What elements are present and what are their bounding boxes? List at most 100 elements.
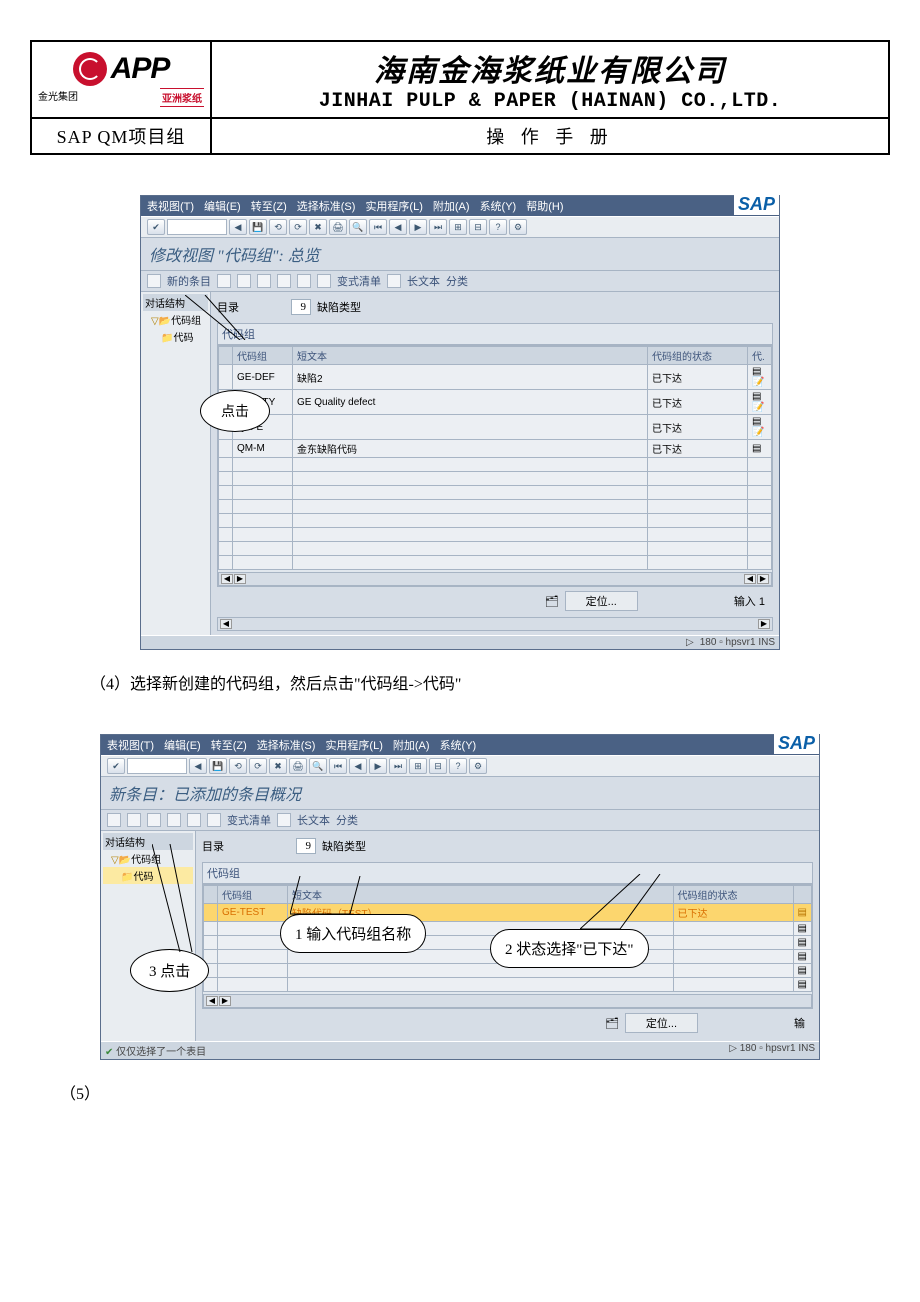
print-icon[interactable]	[207, 813, 221, 827]
catalog-input[interactable]: 9	[296, 838, 316, 854]
col-header[interactable]: 代码组的状态	[648, 347, 748, 365]
menu-item[interactable]: 实用程序(L)	[325, 737, 382, 753]
toolbar-button[interactable]: ◀	[389, 219, 407, 235]
toolbar-button[interactable]: ⏮	[369, 219, 387, 235]
menu-item[interactable]: 转至(Z)	[211, 737, 247, 753]
hscroll[interactable]: ◀▶	[203, 994, 812, 1008]
menu-item[interactable]: 选择标准(S)	[297, 198, 356, 214]
menu-item[interactable]: 系统(Y)	[480, 198, 517, 214]
undo-icon[interactable]	[257, 274, 271, 288]
menu-item[interactable]: 表视图(T)	[147, 198, 194, 214]
tree-node-codegroup[interactable]: 代码组	[131, 855, 161, 866]
toolbar-button[interactable]: ⚙	[509, 219, 527, 235]
dialog-structure-tree[interactable]: 对话结构 ▽📂代码组 📁代码	[141, 292, 211, 635]
toolbar-button[interactable]: ⊞	[409, 758, 427, 774]
toolbar-button[interactable]: ⟲	[269, 219, 287, 235]
tree-node-code[interactable]: 代码	[133, 872, 153, 883]
classify-button[interactable]: 分类	[336, 812, 358, 828]
toolbar-button[interactable]: ⊟	[469, 219, 487, 235]
toolbar-button[interactable]: ✖	[269, 758, 287, 774]
toolbar-button[interactable]: ⟳	[289, 219, 307, 235]
sap-app-toolbar[interactable]: 变式清单 长文本 分类	[101, 810, 819, 831]
menu-item[interactable]: 编辑(E)	[164, 737, 201, 753]
longtext-icon[interactable]	[387, 274, 401, 288]
sap-menubar[interactable]: 表视图(T) 编辑(E) 转至(Z) 选择标准(S) 实用程序(L) 附加(A)…	[101, 735, 819, 755]
toolbar-button[interactable]: ▶	[369, 758, 387, 774]
icon[interactable]	[167, 813, 181, 827]
longtext-button[interactable]: 长文本	[407, 273, 440, 289]
delete-icon[interactable]	[147, 813, 161, 827]
toolbar-button[interactable]: ⏭	[389, 758, 407, 774]
col-header[interactable]: 代码组	[233, 347, 293, 365]
select-all-icon[interactable]	[277, 274, 291, 288]
menu-item[interactable]: 实用程序(L)	[365, 198, 422, 214]
toolbar-button[interactable]: ✔	[147, 219, 165, 235]
toolbar-button[interactable]: ⏭	[429, 219, 447, 235]
tcode-input[interactable]	[127, 758, 187, 774]
toolbar-button[interactable]: 🔍	[309, 758, 327, 774]
col-header[interactable]: 代码组的状态	[673, 886, 793, 904]
delete-icon[interactable]	[237, 274, 251, 288]
tree-node-codegroup[interactable]: 代码组	[171, 316, 201, 327]
sap-std-toolbar[interactable]: ✔ ◀ 💾 ⟲ ⟳ ✖ 🖨 🔍 ⏮ ◀ ▶ ⏭ ⊞ ⊟ ? ⚙	[101, 755, 819, 777]
classify-button[interactable]: 分类	[446, 273, 468, 289]
toolbar-button[interactable]: ✔	[107, 758, 125, 774]
locate-button[interactable]: 定位...	[625, 1013, 698, 1033]
toolbar-button[interactable]: ⟳	[249, 758, 267, 774]
copy-icon[interactable]	[217, 274, 231, 288]
toolbar-button[interactable]: ?	[449, 758, 467, 774]
menu-item[interactable]: 帮助(H)	[526, 198, 563, 214]
toolbar-button[interactable]: 🖨	[329, 219, 347, 235]
tree-node-code[interactable]: 代码	[173, 333, 193, 344]
position-icon[interactable]: 🗂	[605, 1017, 617, 1029]
sap-menubar[interactable]: 表视图(T) 编辑(E) 转至(Z) 选择标准(S) 实用程序(L) 附加(A)…	[141, 196, 779, 216]
toolbar-button[interactable]: ◀	[229, 219, 247, 235]
toolbar-button[interactable]: 💾	[249, 219, 267, 235]
toolbar-button[interactable]: ⊞	[449, 219, 467, 235]
dialog-structure-tree[interactable]: 对话结构 ▽📂代码组 📁代码	[101, 831, 196, 1041]
menu-item[interactable]: 附加(A)	[393, 737, 430, 753]
position-icon[interactable]: 🗂	[545, 595, 557, 607]
menu-item[interactable]: 选择标准(S)	[257, 737, 316, 753]
col-header[interactable]: 代.	[748, 347, 772, 365]
longtext-icon[interactable]	[277, 813, 291, 827]
toolbar-button[interactable]: 🖨	[289, 758, 307, 774]
toolbar-button[interactable]: ?	[489, 219, 507, 235]
toolbar-button[interactable]: ◀	[189, 758, 207, 774]
menu-item[interactable]: 编辑(E)	[204, 198, 241, 214]
col-header[interactable]: 短文本	[288, 886, 674, 904]
hscroll-main[interactable]: ◀▶	[217, 617, 773, 631]
col-header[interactable]: 短文本	[293, 347, 648, 365]
expand-icon[interactable]	[107, 813, 121, 827]
deselect-icon[interactable]	[297, 274, 311, 288]
sap-std-toolbar[interactable]: ✔ ◀ 💾 ⟲ ⟳ ✖ 🖨 🔍 ⏮ ◀ ▶ ⏭ ⊞ ⊟ ? ⚙	[141, 216, 779, 238]
tcode-input[interactable]	[167, 219, 227, 235]
toolbar-button[interactable]: ⏮	[329, 758, 347, 774]
menu-item[interactable]: 系统(Y)	[440, 737, 477, 753]
variant-list-button[interactable]: 变式清单	[227, 812, 271, 828]
menu-item[interactable]: 附加(A)	[433, 198, 470, 214]
catalog-input[interactable]: 9	[291, 299, 311, 315]
toolbar-button[interactable]: ⚙	[469, 758, 487, 774]
toolbar-button[interactable]: ⟲	[229, 758, 247, 774]
col-header[interactable]: 代码组	[218, 886, 288, 904]
toolbar-button[interactable]: ▶	[409, 219, 427, 235]
toolbar-button[interactable]: ⊟	[429, 758, 447, 774]
toolbar-button[interactable]: 💾	[209, 758, 227, 774]
menu-item[interactable]: 表视图(T)	[107, 737, 154, 753]
longtext-button[interactable]: 长文本	[297, 812, 330, 828]
menu-item[interactable]: 转至(Z)	[251, 198, 287, 214]
codegroup-table[interactable]: 代码组 短文本 代码组的状态 代. GE-DEF缺陷2已下达▤ 📝 GE-QTY…	[217, 345, 773, 587]
toolbar-button[interactable]: 🔍	[349, 219, 367, 235]
sap-app-toolbar[interactable]: 新的条目 变式清单 长文本 分类	[141, 271, 779, 292]
new-entries-button[interactable]: 新的条目	[167, 273, 211, 289]
toolbar-button[interactable]: ✖	[309, 219, 327, 235]
copy-icon[interactable]	[127, 813, 141, 827]
variant-list-button[interactable]: 变式清单	[337, 273, 381, 289]
print-icon[interactable]	[317, 274, 331, 288]
locate-button[interactable]: 定位...	[565, 591, 638, 611]
expand-icon[interactable]	[147, 274, 161, 288]
hscroll[interactable]: ◀▶◀▶	[218, 572, 772, 586]
icon[interactable]	[187, 813, 201, 827]
toolbar-button[interactable]: ◀	[349, 758, 367, 774]
